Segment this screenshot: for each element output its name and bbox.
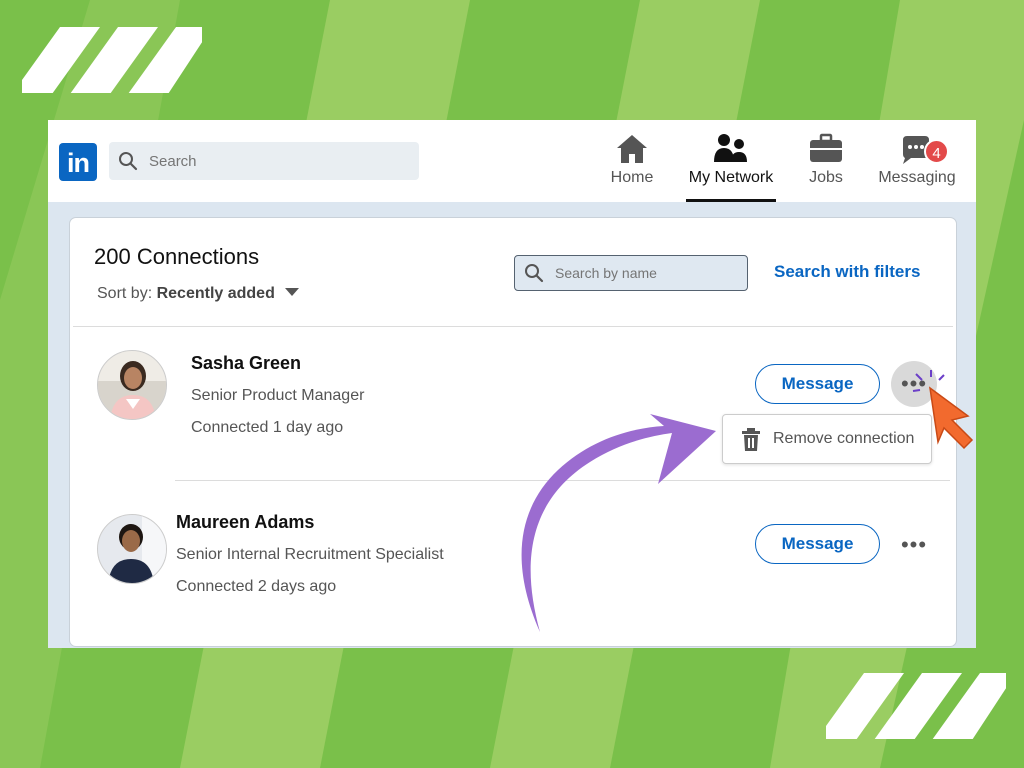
more-options-button[interactable]: ••• xyxy=(891,522,937,568)
person-title: Senior Internal Recruitment Specialist xyxy=(176,546,444,563)
person-name[interactable]: Sasha Green xyxy=(191,353,301,374)
caret-down-icon xyxy=(285,288,300,296)
person-connected-time: Connected 2 days ago xyxy=(176,578,337,595)
sort-prefix: Sort by: xyxy=(97,285,153,302)
message-button[interactable]: Message xyxy=(755,524,880,564)
more-dots-icon: ••• xyxy=(900,532,928,557)
remove-connection-label: Remove connection xyxy=(773,430,915,447)
connections-count-title: 200 Connections xyxy=(94,244,260,269)
list-item: Maureen Adams Senior Internal Recruitmen… xyxy=(70,488,958,638)
search-by-name[interactable] xyxy=(514,255,748,291)
nav-messaging[interactable]: Messaging 4 xyxy=(876,132,958,202)
messaging-badge: 4 xyxy=(924,139,949,164)
row-divider xyxy=(175,480,950,481)
remove-connection-menu-item[interactable]: Remove connection xyxy=(722,414,932,464)
linkedin-logo[interactable]: in xyxy=(59,143,97,181)
nav-my-network-label: My Network xyxy=(688,169,774,186)
message-button[interactable]: Message xyxy=(755,364,880,404)
nav-jobs-label: Jobs xyxy=(809,169,843,186)
nav-jobs[interactable]: Jobs xyxy=(802,132,850,202)
header-divider xyxy=(73,326,953,327)
home-icon xyxy=(617,135,647,163)
trash-icon xyxy=(742,428,760,451)
top-navbar: in Home My Network xyxy=(48,120,976,202)
nav-my-network[interactable]: My Network xyxy=(686,132,776,202)
avatar-maureen-image xyxy=(98,515,166,583)
search-by-name-input[interactable] xyxy=(555,256,735,290)
more-dots-icon: ••• xyxy=(900,371,928,396)
global-search-input[interactable] xyxy=(149,142,409,180)
nav-messaging-label: Messaging xyxy=(878,169,956,186)
search-icon xyxy=(525,264,544,283)
nav-home-label: Home xyxy=(610,169,654,186)
nav-home[interactable]: Home xyxy=(606,132,658,202)
brand-slash-mark-bottom xyxy=(826,673,1006,739)
person-connected-time: Connected 1 day ago xyxy=(191,419,344,436)
connections-card: 200 Connections Sort by: Recently added … xyxy=(69,217,957,647)
network-icon xyxy=(714,134,747,162)
sort-value: Recently added xyxy=(156,285,275,302)
global-search[interactable] xyxy=(109,142,419,180)
brand-slash-mark-top xyxy=(22,27,202,93)
more-options-button[interactable]: ••• xyxy=(891,361,937,407)
briefcase-icon xyxy=(810,133,842,162)
search-with-filters-link[interactable]: Search with filters xyxy=(774,262,920,282)
avatar[interactable] xyxy=(97,514,167,584)
person-name[interactable]: Maureen Adams xyxy=(176,512,314,533)
avatar[interactable] xyxy=(97,350,167,420)
avatar-sasha-image xyxy=(98,351,166,419)
person-title: Senior Product Manager xyxy=(191,387,365,404)
search-icon xyxy=(119,152,138,171)
linkedin-window: in Home My Network xyxy=(48,120,976,648)
sort-dropdown[interactable]: Sort by: Recently added xyxy=(97,285,300,303)
